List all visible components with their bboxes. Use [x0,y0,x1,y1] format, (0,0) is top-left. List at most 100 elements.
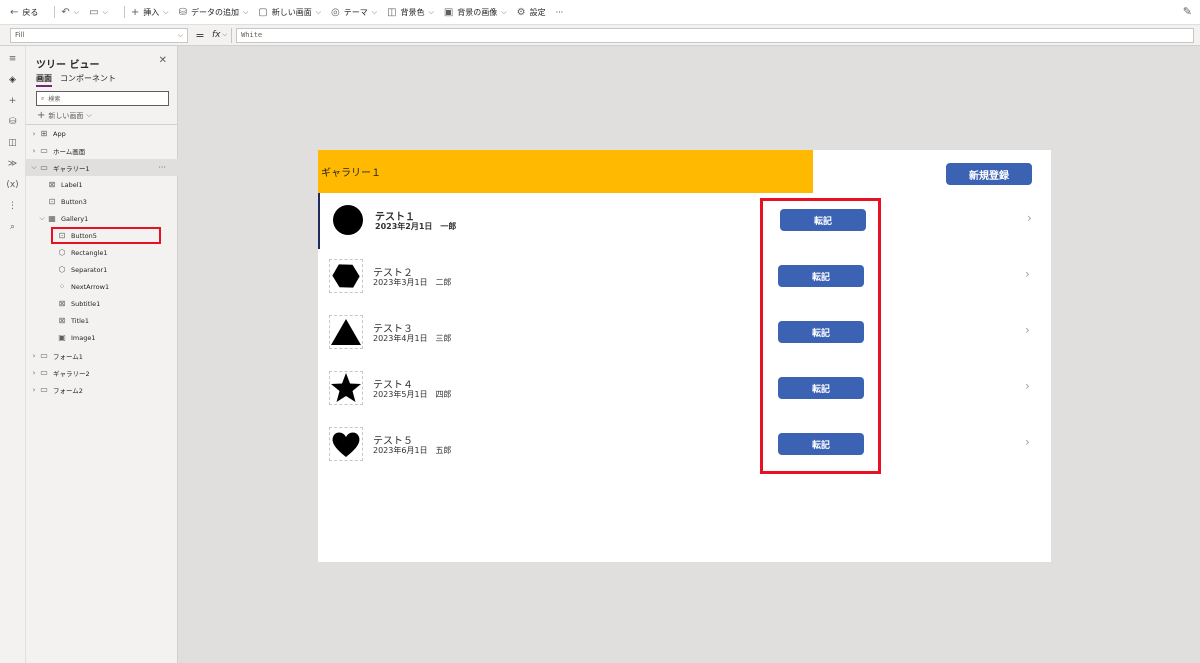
gear-icon: ⚙ [516,6,526,18]
paint-bucket-icon: ◫ [387,6,397,18]
tree-node-form-screen-1[interactable]: › ▭ フォーム1 [26,347,178,364]
more-button[interactable]: ··· [556,8,564,17]
chevron-right-icon[interactable]: › [30,352,38,360]
insert-button[interactable]: + 挿入 ⌵ [131,7,169,18]
screen-icon: ▭ [40,385,48,394]
tree-node-label: Separator1 [71,265,108,274]
tree-view-icon[interactable]: ◈ [9,73,16,87]
chevron-down-icon: ⌵ [222,31,228,38]
hamburger-menu-icon[interactable]: ≡ [9,52,17,66]
advanced-tools-icon[interactable]: ⋮ [8,199,17,213]
tree-node-gallery-screen-1[interactable]: ⌵ ▭ ギャラリー1 ··· [26,159,178,176]
chevron-down-icon: ⌵ [428,7,434,16]
background-color-button[interactable]: ◫ 背景色 ⌵ [387,7,434,18]
tree-node-home-screen[interactable]: › ▭ ホーム画面 [26,142,178,159]
shape-icon: ⬡ [58,248,66,257]
gallery-row[interactable]: テスト１ 2023年2月1日 一郎 転記 › [318,193,1051,249]
tree-node-label: App [53,129,66,138]
insert-label: 挿入 [143,7,160,17]
gallery-row[interactable]: テスト２ 2023年3月1日 二郎 転記 › [318,249,1051,305]
tree-node-button3[interactable]: ⊡ Button3 [26,193,178,210]
tree-node-label: ホーム画面 [53,147,86,156]
property-value: Fill [15,31,25,39]
tree-node-label: Gallery1 [61,214,89,223]
chevron-down-icon: ⌵ [177,30,183,39]
row-subtitle: 2023年6月1日 五郎 [373,446,452,455]
formula-input[interactable]: White [236,27,1194,43]
insert-icon[interactable]: + [9,94,17,108]
paste-button[interactable]: ▭ ⌵ [89,7,108,18]
add-data-button[interactable]: ⛁ データの追加 ⌵ [179,7,249,18]
pencil-icon[interactable]: ✎ [1183,5,1192,18]
media-icon[interactable]: ◫ [8,136,17,150]
tree-node-subtitle1[interactable]: ⊠ Subtitle1 [26,295,178,312]
more-label: ··· [555,7,564,17]
property-dropdown[interactable]: Fill ⌵ [10,27,188,43]
chevron-right-icon[interactable]: › [30,369,38,377]
circle-shape [332,204,364,236]
chevron-right-icon[interactable]: › [1025,379,1030,393]
background-image-button[interactable]: ▣ 背景の画像 ⌵ [444,7,507,18]
highlight-box [760,198,881,474]
chevron-right-icon[interactable]: › [1025,435,1030,449]
theme-button[interactable]: ◎ テーマ ⌵ [331,7,377,18]
background-color-label: 背景色 [400,7,425,17]
new-screen-button[interactable]: ▢ 新しい画面 ⌵ [258,7,321,18]
new-screen-tree-button[interactable]: + 新しい画面 ⌵ [37,110,92,121]
chevron-down-icon[interactable]: ⌵ [30,163,38,172]
divider [54,6,56,18]
tree-node-label: Subtitle1 [71,299,101,308]
chevron-right-icon[interactable]: › [30,386,38,394]
tree-node-label: Title1 [71,316,90,325]
tree-node-label: ギャラリー1 [53,164,90,173]
clipboard-icon: ▭ [89,6,99,18]
tree-node-gallery1[interactable]: ⌵ ▦ Gallery1 [26,210,178,227]
settings-label: 設定 [529,7,546,17]
tree-search-input[interactable]: ⌕ 検索 [36,91,169,106]
tree-node-rectangle1[interactable]: ⬡ Rectangle1 [26,244,178,261]
back-button[interactable]: ← 戻る [10,7,38,18]
tree-tabs: 画面 コンポーネント [36,73,116,87]
chevron-right-icon[interactable]: › [1027,211,1032,225]
chevron-down-icon[interactable]: ⌵ [38,214,46,223]
fx-button[interactable]: fx ⌵ [208,27,233,43]
undo-button[interactable]: ↶ ⌵ [61,7,79,18]
settings-button[interactable]: ⚙ 設定 [517,7,546,18]
chevron-right-icon[interactable]: › [30,130,38,138]
app-icon: ⊞ [40,129,48,138]
tree-node-separator1[interactable]: ⬡ Separator1 [26,261,178,278]
tree-node-label1[interactable]: ⊠ Label1 [26,176,178,193]
tree-node-nextarrow1[interactable]: ⁘ NextArrow1 [26,278,178,295]
divider [123,6,125,18]
tree-node-title1[interactable]: ⊠ Title1 [26,312,178,329]
label-icon: ⊠ [58,299,66,308]
fx-label: fx [212,30,221,40]
tree-node-app[interactable]: › ⊞ App [26,125,178,142]
more-options-icon[interactable]: ··· [158,163,166,172]
row-subtitle: 2023年3月1日 二郎 [373,278,452,287]
search-icon[interactable]: ⌕ [10,220,15,234]
tree-node-gallery-screen-2[interactable]: › ▭ ギャラリー2 [26,364,178,381]
gallery-row[interactable]: テスト４ 2023年5月1日 四郎 転記 › [318,361,1051,417]
power-automate-icon[interactable]: ≫ [8,157,17,171]
chevron-right-icon[interactable]: › [30,147,38,155]
data-icon[interactable]: ⛁ [9,115,17,129]
equals-sign: = [195,28,205,42]
close-icon[interactable]: ✕ [159,55,167,66]
chevron-down-icon: ⌵ [102,7,108,16]
chevron-right-icon[interactable]: › [1025,267,1030,281]
tree-node-image1[interactable]: ▣ Image1 [26,329,178,346]
gallery-row[interactable]: テスト３ 2023年4月1日 三郎 転記 › [318,305,1051,361]
chevron-down-icon: ⌵ [315,7,322,16]
tab-components[interactable]: コンポーネント [60,73,116,87]
variables-icon[interactable]: (x) [6,178,18,192]
tree-node-label: Image1 [71,333,96,342]
undo-icon: ↶ [61,6,70,18]
gallery-row[interactable]: テスト５ 2023年6月1日 五郎 転記 › [318,417,1051,473]
new-registration-button[interactable]: 新規登録 [946,163,1032,185]
tab-screens[interactable]: 画面 [36,73,52,87]
tree-node-label: フォーム2 [53,386,83,395]
screen-icon: ▭ [40,368,48,377]
tree-node-form-screen-2[interactable]: › ▭ フォーム2 [26,381,178,398]
chevron-right-icon[interactable]: › [1025,323,1030,337]
